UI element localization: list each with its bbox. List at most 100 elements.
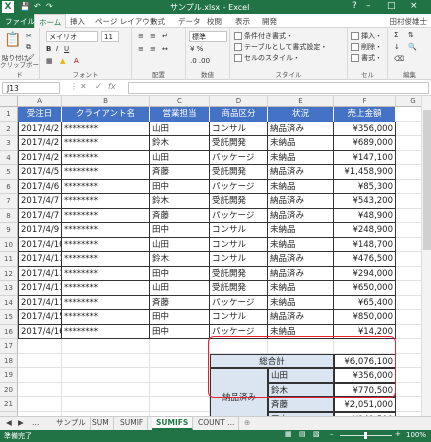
- enter-icon[interactable]: ✓: [95, 82, 102, 91]
- table-cell[interactable]: コンサル: [210, 252, 268, 267]
- decimal-icon[interactable]: .0 .00: [190, 57, 210, 65]
- zoom-in-icon[interactable]: +: [395, 430, 401, 438]
- table-cell[interactable]: 山田: [150, 121, 210, 136]
- row-header[interactable]: 21: [0, 397, 18, 412]
- table-header-cell[interactable]: 状況: [268, 107, 334, 122]
- table-cell[interactable]: ********: [62, 281, 150, 296]
- scrollbar-thumb[interactable]: [423, 110, 431, 250]
- summary-value[interactable]: ¥2,051,000: [334, 397, 396, 412]
- minimize-button[interactable]: –: [366, 1, 371, 11]
- column-header[interactable]: D: [210, 96, 268, 107]
- table-cell[interactable]: 未納品: [268, 150, 334, 165]
- table-cell[interactable]: 納品済み: [268, 266, 334, 281]
- sort-filter-icon[interactable]: ⇅: [408, 31, 414, 39]
- font-size-dropdown[interactable]: 11: [101, 31, 119, 42]
- row-header[interactable]: 16: [0, 324, 18, 339]
- table-cell[interactable]: ¥248,900: [334, 223, 396, 238]
- number-format-dropdown[interactable]: 標準: [189, 31, 227, 42]
- table-cell[interactable]: 2017/4/7: [18, 208, 62, 223]
- table-cell[interactable]: 納品済み: [268, 165, 334, 180]
- copy-icon[interactable]: ⧉: [26, 43, 31, 52]
- row-header[interactable]: 8: [0, 208, 18, 223]
- bold-button[interactable]: B: [46, 45, 51, 53]
- table-cell[interactable]: 2017/4/11: [18, 252, 62, 267]
- table-cell[interactable]: ********: [62, 136, 150, 151]
- table-cell[interactable]: 斉藤: [150, 295, 210, 310]
- autosum-icon[interactable]: Σ: [394, 31, 398, 39]
- table-cell[interactable]: 受託開発: [210, 165, 268, 180]
- table-cell[interactable]: 未納品: [268, 295, 334, 310]
- table-cell[interactable]: ¥543,200: [334, 194, 396, 209]
- table-cell[interactable]: ********: [62, 150, 150, 165]
- italic-button[interactable]: I: [56, 45, 58, 53]
- formula-input[interactable]: [128, 82, 429, 94]
- wrap-text-icon[interactable]: ↵: [162, 32, 168, 40]
- table-cell[interactable]: ********: [62, 252, 150, 267]
- tab-formulas[interactable]: 数式: [150, 16, 165, 27]
- insert-function-icon[interactable]: fx: [108, 82, 116, 91]
- table-cell[interactable]: 田中: [150, 266, 210, 281]
- table-cell[interactable]: 納品済み: [268, 252, 334, 267]
- row-header[interactable]: 13: [0, 281, 18, 296]
- table-cell[interactable]: 田中: [150, 310, 210, 325]
- row-header[interactable]: 3: [0, 136, 18, 151]
- table-header-cell[interactable]: 売上金額: [334, 107, 396, 122]
- sheet-tab-sum[interactable]: SUM: [88, 417, 114, 430]
- table-header-cell[interactable]: 営業担当: [150, 107, 210, 122]
- cancel-icon[interactable]: ✕: [80, 82, 87, 91]
- table-cell[interactable]: 2017/4/6: [18, 179, 62, 194]
- table-cell[interactable]: ¥476,500: [334, 252, 396, 267]
- table-cell[interactable]: ********: [62, 223, 150, 238]
- paste-icon[interactable]: 📋: [4, 32, 21, 48]
- table-cell[interactable]: パッケージ: [210, 295, 268, 310]
- table-cell[interactable]: コンサル: [210, 310, 268, 325]
- align-center-icon[interactable]: ≡: [150, 45, 156, 53]
- table-cell[interactable]: 納品済み: [268, 208, 334, 223]
- tab-view[interactable]: 表示: [235, 16, 250, 27]
- table-cell[interactable]: ¥356,000: [334, 121, 396, 136]
- fill-icon[interactable]: ↓: [394, 43, 400, 51]
- table-cell[interactable]: ********: [62, 237, 150, 252]
- table-cell[interactable]: 山田: [150, 150, 210, 165]
- table-cell[interactable]: 受託開発: [210, 136, 268, 151]
- underline-button[interactable]: U: [64, 45, 69, 53]
- tab-home[interactable]: ホーム: [34, 14, 67, 29]
- table-cell[interactable]: 未納品: [268, 136, 334, 151]
- column-header[interactable]: B: [62, 96, 150, 107]
- table-cell[interactable]: ********: [62, 266, 150, 281]
- table-cell[interactable]: パッケージ: [210, 179, 268, 194]
- redo-icon[interactable]: ↷: [46, 2, 53, 11]
- table-cell[interactable]: 未納品: [268, 179, 334, 194]
- table-cell[interactable]: 鈴木: [150, 136, 210, 151]
- insert-cells-button[interactable]: 挿入・: [351, 31, 382, 41]
- page-layout-view-icon[interactable]: ▤: [299, 430, 306, 438]
- table-cell[interactable]: 2017/4/9: [18, 223, 62, 238]
- row-header[interactable]: 6: [0, 179, 18, 194]
- select-all-corner[interactable]: [0, 96, 18, 107]
- zoom-level[interactable]: 100%: [406, 431, 426, 439]
- table-cell[interactable]: パッケージ: [210, 150, 268, 165]
- row-header[interactable]: 17: [0, 339, 18, 354]
- zoom-out-icon[interactable]: –: [330, 430, 334, 438]
- table-cell[interactable]: 鈴木: [150, 194, 210, 209]
- conditional-format-button[interactable]: 条件付き書式・: [234, 31, 293, 41]
- table-cell[interactable]: 納品済み: [268, 121, 334, 136]
- column-header[interactable]: F: [334, 96, 396, 107]
- clear-icon[interactable]: ⌫: [394, 55, 404, 63]
- find-select-icon[interactable]: 🔍: [408, 43, 417, 51]
- sheet-tab-sumifs[interactable]: SUMIFS: [152, 417, 194, 430]
- column-header[interactable]: A: [18, 96, 62, 107]
- tab-page-layout[interactable]: ページ レイアウト: [95, 16, 157, 27]
- row-header[interactable]: 11: [0, 252, 18, 267]
- cell-styles-button[interactable]: セルのスタイル・: [234, 53, 300, 63]
- save-icon[interactable]: 💾: [20, 2, 30, 11]
- row-header[interactable]: 7: [0, 194, 18, 209]
- table-header-cell[interactable]: 商品区分: [210, 107, 268, 122]
- borders-icon[interactable]: ▦: [46, 57, 53, 65]
- column-header[interactable]: C: [150, 96, 210, 107]
- column-header[interactable]: E: [268, 96, 334, 107]
- table-cell[interactable]: ¥147,100: [334, 150, 396, 165]
- table-cell[interactable]: ********: [62, 324, 150, 339]
- table-cell[interactable]: ¥1,458,900: [334, 165, 396, 180]
- row-header[interactable]: 2: [0, 121, 18, 136]
